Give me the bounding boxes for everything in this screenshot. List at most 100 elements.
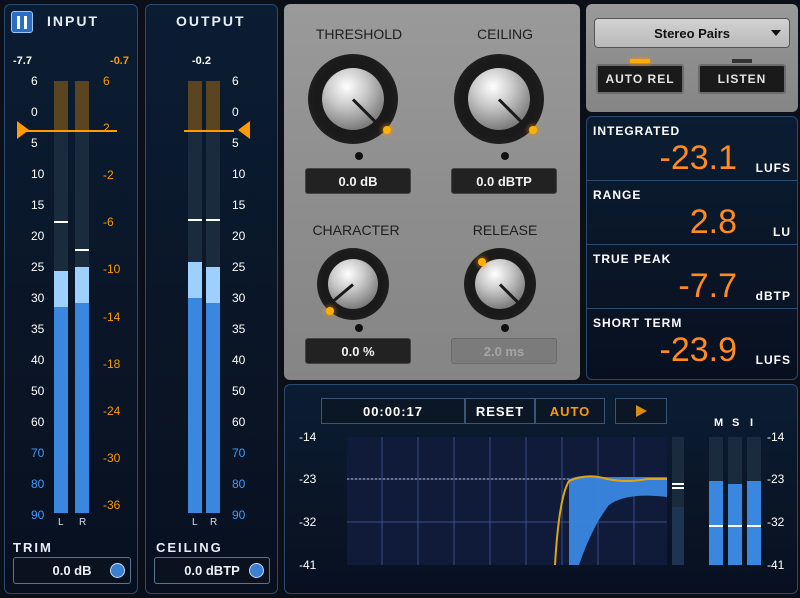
output-bar-left-hold [188,219,202,221]
loudness-unit: LU [773,225,791,239]
ceiling-knob-value[interactable]: 0.0 dBTP [451,168,557,194]
ceiling-field-value: 0.0 dBTP [184,563,240,578]
scale-tick-label: 15 [31,198,45,212]
scale-tick-label: 80 [31,477,45,491]
input-bar-right-top [75,81,89,131]
meter-icon[interactable] [11,11,33,33]
graph-y-label: -23 [299,472,317,486]
loudness-value: -7.7 [678,267,737,305]
scale-tick-label: 35 [31,322,45,336]
character-value[interactable]: 0.0 % [305,338,411,364]
loudness-name: INTEGRATED [593,124,681,138]
scale-tick-label: 70 [31,446,45,460]
loudness-row-true-peak: TRUE PEAK -7.7 dBTP [587,245,797,309]
play-icon [636,405,647,417]
scale-tick-label: 10 [31,167,45,181]
scale-tick-label: 90 [232,508,246,522]
listen-toggle[interactable]: LISTEN [698,59,786,94]
loudness-value: 2.8 [689,203,737,241]
momentary-meter [709,437,723,565]
ceiling-knob[interactable] [454,54,544,144]
loudness-unit: dBTP [755,289,791,303]
input-peak-left[interactable]: -7.7 [13,55,32,67]
scale-tick-label: -10 [103,262,121,277]
msi-y-label: -23 [767,472,785,486]
time-display: 00:00:17 [321,398,465,424]
release-label: RELEASE [472,222,538,238]
character-label: CHARACTER [312,222,400,238]
scale-tick-label: -6 [103,215,114,230]
release-knob[interactable] [464,248,536,320]
loudness-row-integrated: INTEGRATED -23.1 LUFS [587,117,797,181]
msi-y-label: -14 [767,430,785,444]
input-bar-right [75,81,89,513]
loudness-history-graph[interactable] [347,437,667,565]
trim-label: TRIM [13,540,53,555]
scale-tick-label: 20 [232,229,246,243]
character-led [326,307,334,315]
ceiling-label: CEILING [156,540,223,555]
play-button[interactable] [615,398,667,424]
msi-label: S [732,417,740,429]
loudness-value: -23.9 [659,331,738,369]
input-channel-r: R [79,517,87,528]
threshold-label: THRESHOLD [315,26,403,42]
output-ceiling-handle[interactable] [238,121,250,139]
output-bar-right-fill [206,266,220,513]
scale-tick-label: -14 [103,309,121,324]
trim-field[interactable]: 0.0 dB [13,557,131,584]
short-term-meter [728,437,742,565]
loudness-name: RANGE [593,188,642,202]
scale-tick-label: -24 [103,403,121,418]
input-threshold-line [25,130,117,132]
scale-tick-label: 5 [31,136,38,150]
character-knob[interactable] [317,248,389,320]
scale-tick-label: 15 [232,198,246,212]
auto-button[interactable]: AUTO [535,398,605,424]
scale-tick-label: 60 [31,415,45,429]
threshold-value[interactable]: 0.0 dB [305,168,411,194]
input-bar-left [54,81,68,513]
loudness-name: SHORT TERM [593,316,683,330]
scale-tick-label: 35 [232,322,246,336]
ceiling-field[interactable]: 0.0 dBTP [154,557,270,584]
input-bar-right-cap [75,266,89,303]
input-bar-right-fill [75,266,89,513]
auto-rel-label: AUTO REL [605,72,675,86]
scale-tick-label: 30 [31,291,45,305]
listen-label: LISTEN [717,72,767,86]
release-led [478,258,486,266]
auto-rel-toggle[interactable]: AUTO REL [596,59,684,94]
output-bar-right-top [206,81,220,131]
loudness-row-range: RANGE 2.8 LU [587,181,797,245]
scale-tick-label: -30 [103,450,121,465]
channel-mode-select[interactable]: Stereo Pairs [594,18,790,48]
loudness-row-short-term: SHORT TERM -23.9 LUFS [587,309,797,373]
graph-y-label: -14 [299,430,317,444]
link-icon[interactable] [249,563,264,578]
input-bar-left-top [54,81,68,131]
scale-tick-label: 80 [232,477,246,491]
loudness-name: TRUE PEAK [593,252,672,266]
input-gain-scale: 6 2 -2 -6 -10 -14 -18 -24 -30 -36 [103,67,133,517]
listen-indicator [732,59,752,63]
scale-tick-label: 40 [31,353,45,367]
mode-panel: Stereo Pairs AUTO REL LISTEN [586,4,798,112]
msi-label: I [750,417,754,429]
scale-tick-label: 25 [232,260,246,274]
threshold-knob[interactable] [308,54,398,144]
input-peak-right[interactable]: -0.7 [110,55,129,67]
trim-value: 0.0 dB [52,563,92,578]
input-threshold-handle-left[interactable] [17,121,29,139]
scale-tick-label: 90 [31,508,45,522]
msi-label: M [714,417,724,429]
scale-tick-label: 70 [232,446,246,460]
reset-button[interactable]: RESET [465,398,535,424]
msi-y-label: -32 [767,515,785,529]
output-peak[interactable]: -0.2 [192,55,211,67]
output-bar-left-top [188,81,202,131]
scale-tick-label: 0 [31,105,38,119]
history-side-meter [672,437,684,565]
character-foot [355,324,363,332]
link-icon[interactable] [110,563,125,578]
